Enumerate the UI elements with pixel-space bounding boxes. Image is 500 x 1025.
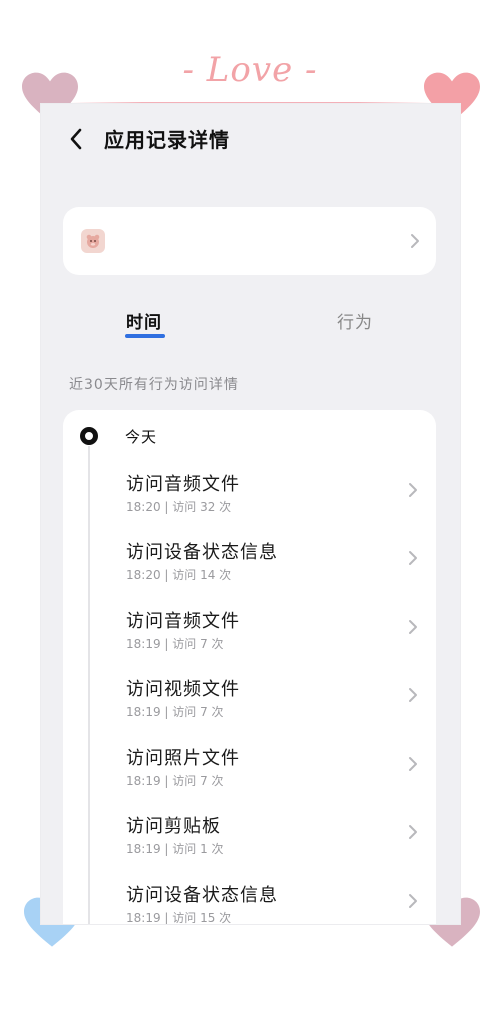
chevron-right-icon	[409, 894, 417, 908]
record-meta: 18:20 | 访问 14 次	[126, 568, 232, 582]
timeline-card: 今天 访问音频文件 18:20 | 访问 32 次 访问设备状态信息 18:20…	[63, 410, 436, 924]
app-screen: 应用记录详情 时间 行为 近30天所有行为访问详情 今天 访问音频文件 18:2…	[41, 104, 460, 924]
chevron-right-icon	[409, 620, 417, 634]
record-row[interactable]: 访问音频文件 18:19 | 访问 7 次	[63, 607, 436, 667]
stage: - Love - 应用记录详情 时间 行为 近30天所有行为访问详情 今天 访问…	[0, 0, 500, 1025]
tab-time[interactable]: 时间	[126, 308, 162, 333]
record-meta: 18:19 | 访问 7 次	[126, 637, 224, 651]
chevron-left-icon	[70, 128, 82, 150]
record-title: 访问音频文件	[126, 611, 240, 632]
record-row[interactable]: 访问视频文件 18:19 | 访问 7 次	[63, 675, 436, 735]
chevron-right-icon	[409, 551, 417, 565]
record-meta: 18:19 | 访问 15 次	[126, 911, 232, 924]
record-title: 访问剪贴板	[126, 816, 221, 837]
record-title: 访问设备状态信息	[126, 885, 278, 906]
active-tab-indicator	[125, 334, 165, 338]
page-title: 应用记录详情	[104, 128, 230, 152]
section-caption: 近30天所有行为访问详情	[69, 377, 239, 393]
record-meta: 18:19 | 访问 1 次	[126, 842, 224, 856]
record-title: 访问音频文件	[126, 474, 240, 495]
record-meta: 18:19 | 访问 7 次	[126, 705, 224, 719]
record-title: 访问照片文件	[126, 748, 240, 769]
chevron-right-icon	[409, 825, 417, 839]
tab-behavior[interactable]: 行为	[337, 308, 373, 333]
record-row[interactable]: 访问音频文件 18:20 | 访问 32 次	[63, 470, 436, 530]
app-info-card[interactable]	[63, 207, 436, 275]
record-row[interactable]: 访问设备状态信息 18:20 | 访问 14 次	[63, 538, 436, 598]
record-meta: 18:19 | 访问 7 次	[126, 774, 224, 788]
chevron-right-icon	[409, 757, 417, 771]
tab-bar: 时间 行为	[41, 304, 460, 348]
record-row[interactable]: 访问设备状态信息 18:19 | 访问 15 次	[63, 881, 436, 924]
chevron-right-icon	[409, 688, 417, 702]
record-title: 访问视频文件	[126, 679, 240, 700]
app-icon	[81, 229, 105, 253]
chevron-right-icon	[411, 234, 419, 248]
chevron-right-icon	[409, 483, 417, 497]
record-row[interactable]: 访问照片文件 18:19 | 访问 7 次	[63, 744, 436, 804]
timeline-dot-icon	[80, 427, 98, 445]
day-label: 今天	[125, 428, 158, 446]
record-title: 访问设备状态信息	[126, 542, 278, 563]
top-bar: 应用记录详情	[41, 104, 460, 174]
record-meta: 18:20 | 访问 32 次	[126, 500, 232, 514]
back-button[interactable]	[63, 126, 89, 152]
record-row[interactable]: 访问剪贴板 18:19 | 访问 1 次	[63, 812, 436, 872]
